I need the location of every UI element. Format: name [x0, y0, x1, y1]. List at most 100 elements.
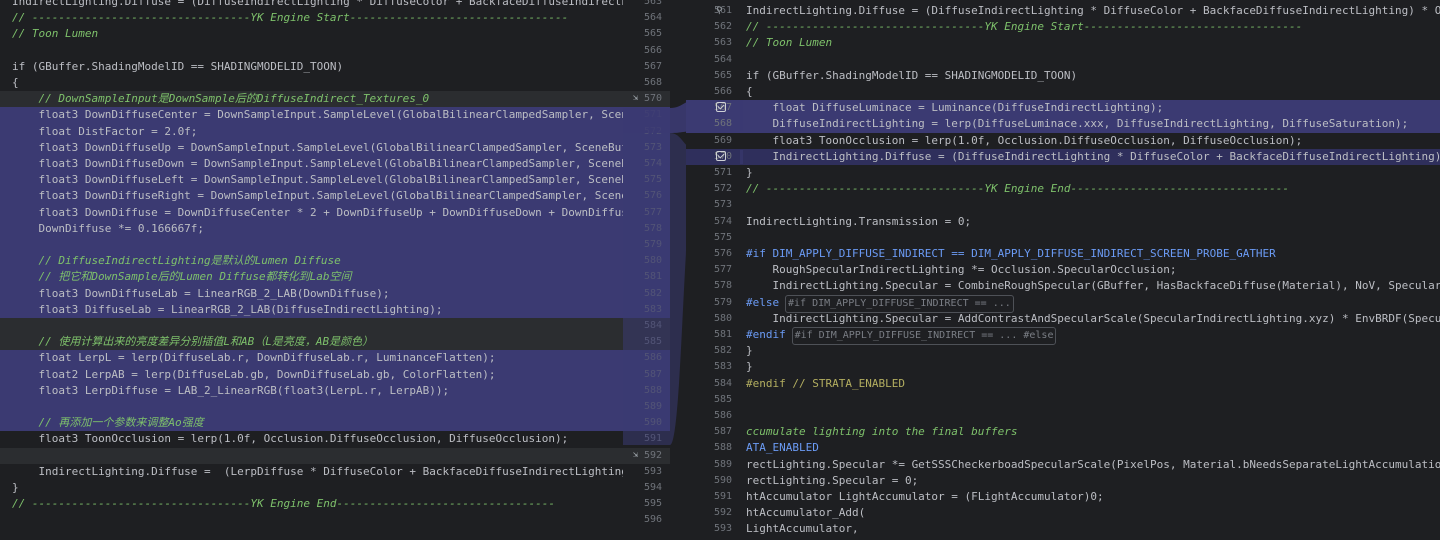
left-code-line[interactable]: float3 DiffuseLab = LinearRGB_2_LAB(Diff… — [0, 301, 623, 318]
left-code-line[interactable]: float3 LerpDiffuse = LAB_2_LinearRGB(flo… — [0, 382, 623, 399]
left-code-line[interactable]: // ---------------------------------YK E… — [0, 10, 623, 26]
left-code-line[interactable]: if (GBuffer.ShadingModelID == SHADINGMOD… — [0, 59, 623, 75]
left-code-line[interactable]: float3 DownDiffuseDown = DownSampleInput… — [0, 156, 623, 173]
line-number: 569 — [713, 134, 732, 146]
code-text: float3 DownDiffuse = DownDiffuseCenter *… — [38, 205, 623, 219]
left-code-line[interactable] — [0, 237, 623, 254]
left-code-line[interactable]: // 再添加一个参数来调整Ao强度 — [0, 415, 623, 432]
right-code-line[interactable]: IndirectLighting.Specular = AddContrastA… — [686, 311, 1440, 327]
left-code-line[interactable] — [0, 318, 623, 335]
apply-change-checkbox-icon[interactable] — [716, 150, 726, 161]
line-number: 570 — [713, 150, 732, 162]
left-code-line[interactable]: float DistFactor = 2.0f; — [0, 123, 623, 140]
right-code-line[interactable]: #endif // STRATA_ENABLED — [686, 376, 1440, 392]
left-line-gutter: 563 564 565 566 567 568 570 571 572 573 574 575 576 5… — [623, 0, 670, 540]
left-code-line[interactable] — [0, 512, 623, 528]
code-text: } — [746, 360, 753, 374]
change-marker-icon[interactable]: ⇲ — [633, 93, 638, 103]
right-code-line[interactable]: htAccumulator_Add( — [686, 505, 1440, 521]
right-code-line[interactable] — [686, 197, 1440, 213]
right-code-line[interactable] — [686, 408, 1440, 424]
left-code-line[interactable]: float3 ToonOcclusion = lerp(1.0f, Occlus… — [0, 431, 623, 447]
left-code-line[interactable]: DownDiffuse *= 0.166667f; — [0, 220, 623, 237]
left-code-line[interactable]: float3 DownDiffuse = DownDiffuseCenter *… — [0, 204, 623, 221]
left-code-line[interactable]: // Toon Lumen — [0, 26, 623, 42]
right-code-line[interactable]: // ---------------------------------YK E… — [686, 181, 1440, 197]
right-code-line[interactable]: DiffuseIndirectLighting = lerp(DiffuseLu… — [686, 116, 1440, 133]
right-code-line[interactable]: float DiffuseLuminace = Luminance(Diffus… — [686, 100, 1440, 117]
left-code-line[interactable]: float2 LerpAB = lerp(DiffuseLab.gb, Down… — [0, 366, 623, 383]
right-code-line[interactable]: // Toon Lumen — [686, 35, 1440, 51]
line-number: 573 — [713, 199, 732, 211]
right-gutter-row: 579 — [686, 295, 740, 311]
left-code-line[interactable]: } — [0, 480, 623, 496]
right-code-line[interactable]: } — [686, 343, 1440, 359]
magic-resolve-icon[interactable]: ⚲ — [716, 6, 723, 16]
right-gutter-row: 565 — [686, 68, 740, 84]
right-code-line[interactable]: ccumulate lighting into the final buffer… — [686, 424, 1440, 440]
right-gutter-row: 571 — [686, 165, 740, 181]
left-code-line[interactable] — [0, 399, 623, 416]
line-number: 586 — [713, 410, 732, 421]
left-code-line[interactable]: // DownSampleInput是DownSample后的DiffuseIn… — [0, 91, 623, 108]
change-marker-icon[interactable]: ⇲ — [633, 450, 638, 460]
left-code-line[interactable]: float3 DownDiffuseLab = LinearRGB_2_LAB(… — [0, 285, 623, 302]
right-code-line[interactable]: IndirectLighting.Diffuse = (DiffuseIndir… — [686, 148, 1440, 165]
code-text: float2 LerpAB = lerp(DiffuseLab.gb, Down… — [12, 367, 496, 381]
right-code-line[interactable]: RoughSpecularIndirectLighting *= Occlusi… — [686, 262, 1440, 278]
left-code-line[interactable]: // 使用计算出来的亮度差异分别插值L和AB（L是亮度，AB是颜色） — [0, 334, 623, 351]
line-number: 584 — [643, 320, 662, 331]
right-code-line[interactable]: } — [686, 359, 1440, 375]
left-code-line[interactable]: IndirectLighting.Diffuse = (DiffuseIndir… — [0, 0, 623, 10]
line-number: 584 — [713, 377, 732, 389]
right-code-line[interactable]: float3 ToonOcclusion = lerp(1.0f, Occlus… — [686, 133, 1440, 149]
right-code-line[interactable]: IndirectLighting.Diffuse = (DiffuseIndir… — [686, 3, 1440, 19]
right-code-line[interactable]: } — [686, 165, 1440, 181]
line-number: 583 — [713, 361, 732, 373]
right-code-line[interactable]: { — [686, 84, 1440, 100]
right-code-line[interactable] — [686, 230, 1440, 246]
line-number: 592 — [643, 449, 662, 461]
right-code-line[interactable]: #endif #if DIM_APPLY_DIFFUSE_INDIRECT == … — [686, 327, 1440, 346]
right-gutter-row: 570 — [686, 148, 740, 165]
code-text: // 使用计算出来的亮度差异分别插值L和AB（L是亮度，AB是颜色） — [12, 335, 374, 349]
left-code-line[interactable]: // 把它和DownSample后的Lumen Diffuse都转化到Lab空间 — [0, 269, 623, 286]
apply-change-checkbox-icon[interactable] — [716, 102, 726, 113]
right-code-line[interactable]: rectLighting.Specular = 0; — [686, 473, 1440, 489]
left-code-line[interactable]: float3 DownDiffuseLeft = DownSampleInput… — [0, 172, 623, 189]
line-number: 590 — [643, 417, 662, 429]
right-gutter-row: 566 — [686, 84, 740, 100]
right-code-line[interactable]: IndirectLighting.Specular = CombineRough… — [686, 278, 1440, 294]
right-code-line[interactable]: rectLighting.Specular *= GetSSSCheckerbo… — [686, 457, 1440, 473]
left-code-line[interactable] — [0, 447, 623, 464]
right-code-line[interactable]: htAccumulator LightAccumulator = (FLight… — [686, 489, 1440, 505]
left-gutter-row: 576 — [623, 188, 670, 205]
right-code-line[interactable] — [686, 52, 1440, 68]
right-code-line[interactable]: #else #if DIM_APPLY_DIFFUSE_INDIRECT == .… — [686, 294, 1440, 313]
line-number: 589 — [713, 458, 732, 470]
right-code-line[interactable] — [686, 392, 1440, 408]
left-code-line[interactable]: { — [0, 75, 623, 91]
right-gutter-row: 561 ⚲ — [686, 3, 740, 19]
line-number: 582 — [713, 345, 732, 357]
right-code-line[interactable]: ATA_ENABLED — [686, 440, 1440, 456]
code-text: float3 DownDiffuseCenter = DownSampleInp… — [38, 108, 623, 122]
right-code-line[interactable]: #if DIM_APPLY_DIFFUSE_INDIRECT == DIM_AP… — [686, 246, 1440, 262]
right-code-line[interactable]: if (GBuffer.ShadingModelID == SHADINGMOD… — [686, 68, 1440, 84]
right-code-line[interactable]: IndirectLighting.Transmission = 0; — [686, 214, 1440, 230]
code-text: float3 DiffuseLab = LinearRGB_2_LAB(Diff… — [12, 302, 443, 316]
left-code-line[interactable]: float3 DownDiffuseUp = DownSampleInput.S… — [0, 139, 623, 156]
left-code-line[interactable]: IndirectLighting.Diffuse = (LerpDiffuse … — [0, 464, 623, 480]
left-code-line[interactable] — [0, 43, 623, 59]
left-code-line[interactable]: // ---------------------------------YK E… — [0, 496, 623, 512]
right-gutter-row: 593 — [686, 521, 740, 537]
left-gutter-row: 594 — [623, 480, 670, 496]
left-code-line[interactable]: float3 DownDiffuseCenter = DownSampleInp… — [0, 107, 623, 124]
right-code-line[interactable]: LightAccumulator, — [686, 521, 1440, 537]
right-editor-pane[interactable]: IndirectLighting.Diffuse = (DiffuseIndir… — [686, 0, 1440, 540]
left-code-line[interactable]: // DiffuseIndirectLighting是默认的Lumen Diff… — [0, 253, 623, 270]
left-code-line[interactable]: float LerpL = lerp(DiffuseLab.r, DownDif… — [0, 350, 623, 367]
right-code-line[interactable]: // ---------------------------------YK E… — [686, 19, 1440, 35]
left-editor-pane[interactable]: IndirectLighting.Diffuse = (DiffuseIndir… — [0, 0, 623, 540]
left-code-line[interactable]: float3 DownDiffuseRight = DownSampleInpu… — [0, 188, 623, 205]
